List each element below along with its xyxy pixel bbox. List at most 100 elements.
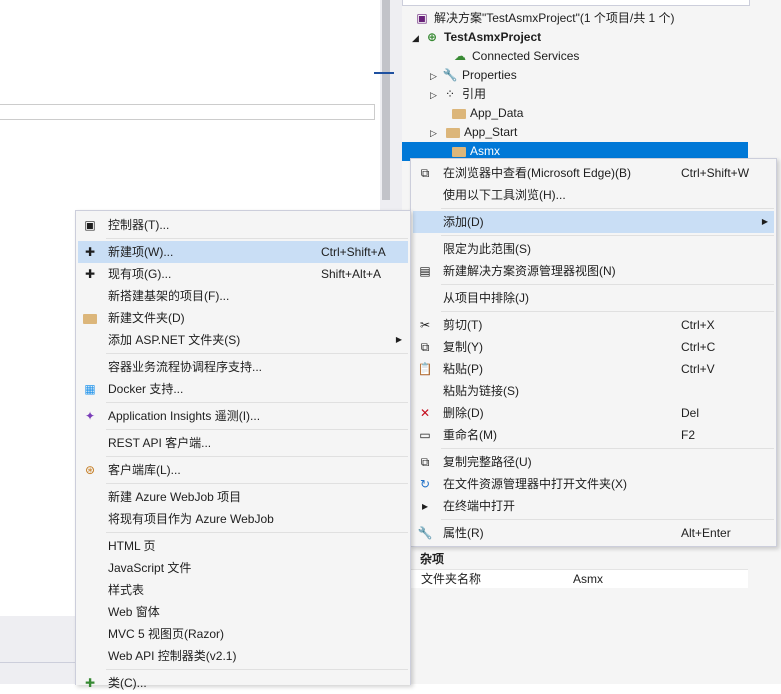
menu-item-scope-to-this[interactable]: 限定为此范围(S): [413, 238, 774, 260]
menu-label: 复制(Y): [443, 340, 483, 354]
properties-row[interactable]: 文件夹名称 Asmx: [402, 569, 748, 588]
submenu-item-stylesheet[interactable]: 样式表: [78, 579, 408, 601]
copy-icon: ⧉: [420, 340, 430, 354]
expanded-chevron-icon[interactable]: ◢: [412, 29, 424, 48]
menu-label: 在浏览器中查看(Microsoft Edge)(B): [443, 166, 632, 180]
submenu-item-web-form[interactable]: Web 窗体: [78, 601, 408, 623]
menu-item-new-explorer-view[interactable]: ▤ 新建解决方案资源管理器视图(N): [413, 260, 774, 282]
menu-item-cut[interactable]: ✂ 剪切(T) Ctrl+X: [413, 314, 774, 336]
menu-item-add[interactable]: 添加(D) ▶: [413, 211, 774, 233]
submenu-item-rest-api-client[interactable]: REST API 客户端...: [78, 432, 408, 454]
menu-separator: [441, 235, 774, 236]
menu-item-browse-with[interactable]: 使用以下工具浏览(H)...: [413, 184, 774, 206]
solution-label: 解决方案"TestAsmxProject"(1 个项目/共 1 个): [434, 11, 675, 25]
menu-item-rename[interactable]: ▭ 重命名(M) F2: [413, 424, 774, 446]
menu-label: 新搭建基架的项目(F)...: [108, 289, 230, 303]
submenu-item-docker[interactable]: ▦ Docker 支持...: [78, 378, 408, 400]
submenu-item-orchestrator[interactable]: 容器业务流程协调程序支持...: [78, 356, 408, 378]
submenu-item-new-webjob[interactable]: 新建 Azure WebJob 项目: [78, 486, 408, 508]
menu-shortcut: Ctrl+Shift+A: [321, 245, 386, 259]
menu-shortcut: Ctrl+X: [681, 318, 715, 332]
solution-icon: ▣: [416, 11, 428, 25]
submenu-item-new-folder[interactable]: 新建文件夹(D): [78, 307, 408, 329]
solution-search-box[interactable]: [402, 0, 750, 6]
menu-item-copy[interactable]: ⧉ 复制(Y) Ctrl+C: [413, 336, 774, 358]
web-project-icon: ⊕: [426, 30, 438, 44]
add-submenu: ▣ 控制器(T)... ✚ 新建项(W)... Ctrl+Shift+A ✚ 现有项(G…: [75, 210, 411, 690]
submenu-item-class[interactable]: ✚ 类(C)...: [78, 672, 408, 694]
paste-icon: 📋: [417, 362, 433, 376]
collapsed-chevron-icon[interactable]: ▷: [430, 86, 442, 105]
menu-label: 新建解决方案资源管理器视图(N): [443, 264, 616, 278]
menu-label: 复制完整路径(U): [443, 455, 532, 469]
submenu-item-existing-item[interactable]: ✚ 现有项(G)... Shift+Alt+A: [78, 263, 408, 285]
tree-item-references[interactable]: ▷ ⁘ 引用: [430, 85, 486, 104]
property-value[interactable]: Asmx: [573, 570, 603, 588]
menu-item-delete[interactable]: ✕ 删除(D) Del: [413, 402, 774, 424]
tree-item-properties[interactable]: ▷ 🔧 Properties: [430, 66, 517, 85]
new-item-icon: ✚: [84, 245, 96, 259]
menu-separator: [106, 669, 408, 670]
menu-label: 删除(D): [443, 406, 484, 420]
menu-separator: [441, 208, 774, 209]
scrollbar-thumb[interactable]: [382, 0, 390, 200]
submenu-item-existing-webjob[interactable]: 将现有项目作为 Azure WebJob: [78, 508, 408, 530]
submenu-item-app-insights[interactable]: ✦ Application Insights 遥测(I)...: [78, 405, 408, 427]
tree-item-app-data[interactable]: App_Data: [452, 104, 523, 123]
copy-path-icon: ⧉: [420, 455, 430, 469]
menu-item-paste[interactable]: 📋 粘贴(P) Ctrl+V: [413, 358, 774, 380]
rename-icon: ▭: [419, 428, 431, 442]
tree-item-label: Asmx: [470, 144, 500, 158]
menu-shortcut: Shift+Alt+A: [321, 267, 382, 281]
menu-item-properties[interactable]: 🔧 属性(R) Alt+Enter: [413, 522, 774, 544]
menu-item-copy-full-path[interactable]: ⧉ 复制完整路径(U): [413, 451, 774, 473]
tree-item-connected-services[interactable]: ☁ Connected Services: [452, 47, 579, 66]
properties-section-header: 杂项: [402, 550, 748, 568]
menu-label: 粘贴为链接(S): [443, 384, 519, 398]
menu-separator: [106, 429, 408, 430]
submenu-arrow-icon: ▶: [761, 217, 768, 226]
docker-icon: ▦: [84, 382, 96, 396]
tree-solution[interactable]: ▣ 解决方案"TestAsmxProject"(1 个项目/共 1 个): [414, 9, 675, 28]
collapsed-chevron-icon[interactable]: ▷: [430, 67, 442, 86]
menu-label: 新建 Azure WebJob 项目: [108, 490, 242, 504]
menu-item-view-in-browser[interactable]: ⧉ 在浏览器中查看(Microsoft Edge)(B) Ctrl+Shift+W: [413, 162, 774, 184]
submenu-item-mvc5-view[interactable]: MVC 5 视图页(Razor): [78, 623, 408, 645]
menu-separator: [106, 483, 408, 484]
menu-label: Web 窗体: [108, 605, 160, 619]
app-insights-icon: ✦: [84, 409, 96, 423]
menu-label: 在文件资源管理器中打开文件夹(X): [443, 477, 627, 491]
menu-separator: [441, 519, 774, 520]
menu-item-paste-as-link[interactable]: 粘贴为链接(S): [413, 380, 774, 402]
tree-item-app-start[interactable]: ▷ App_Start: [430, 123, 517, 142]
submenu-item-controller[interactable]: ▣ 控制器(T)...: [78, 214, 408, 236]
menu-label: 新建项(W)...: [108, 245, 174, 259]
folder-context-menu: ⧉ 在浏览器中查看(Microsoft Edge)(B) Ctrl+Shift+W …: [410, 158, 777, 547]
collapsed-chevron-icon[interactable]: ▷: [430, 124, 442, 143]
menu-label: 属性(R): [443, 526, 484, 540]
tree-project[interactable]: ◢ ⊕ TestAsmxProject: [412, 28, 541, 47]
submenu-item-new-item[interactable]: ✚ 新建项(W)... Ctrl+Shift+A: [78, 241, 408, 263]
menu-item-open-in-terminal[interactable]: ▸ 在终端中打开: [413, 495, 774, 517]
submenu-item-javascript-file[interactable]: JavaScript 文件: [78, 557, 408, 579]
menu-shortcut: Alt+Enter: [681, 526, 731, 540]
menu-item-open-in-explorer[interactable]: ↻ 在文件资源管理器中打开文件夹(X): [413, 473, 774, 495]
menu-separator: [106, 532, 408, 533]
client-library-icon: ⊛: [84, 463, 96, 477]
scissors-icon: ✂: [419, 318, 431, 332]
menu-label: 限定为此范围(S): [443, 242, 531, 256]
menu-label: 现有项(G)...: [108, 267, 172, 281]
submenu-item-webapi-controller[interactable]: Web API 控制器类(v2.1): [78, 645, 408, 667]
menu-label: HTML 页: [108, 539, 156, 553]
tree-item-label: App_Data: [470, 106, 524, 120]
submenu-item-aspnet-folder[interactable]: 添加 ASP.NET 文件夹(S) ▶: [78, 329, 408, 351]
menu-label: 在终端中打开: [443, 499, 516, 513]
submenu-item-html-page[interactable]: HTML 页: [78, 535, 408, 557]
submenu-item-client-library[interactable]: ⊛ 客户端库(L)...: [78, 459, 408, 481]
menu-separator: [106, 238, 408, 239]
submenu-item-scaffolded[interactable]: 新搭建基架的项目(F)...: [78, 285, 408, 307]
new-folder-icon: [82, 307, 98, 329]
menu-item-exclude[interactable]: 从项目中排除(J): [413, 287, 774, 309]
editor-input-field[interactable]: [0, 104, 375, 120]
menu-shortcut: Ctrl+V: [681, 362, 715, 376]
